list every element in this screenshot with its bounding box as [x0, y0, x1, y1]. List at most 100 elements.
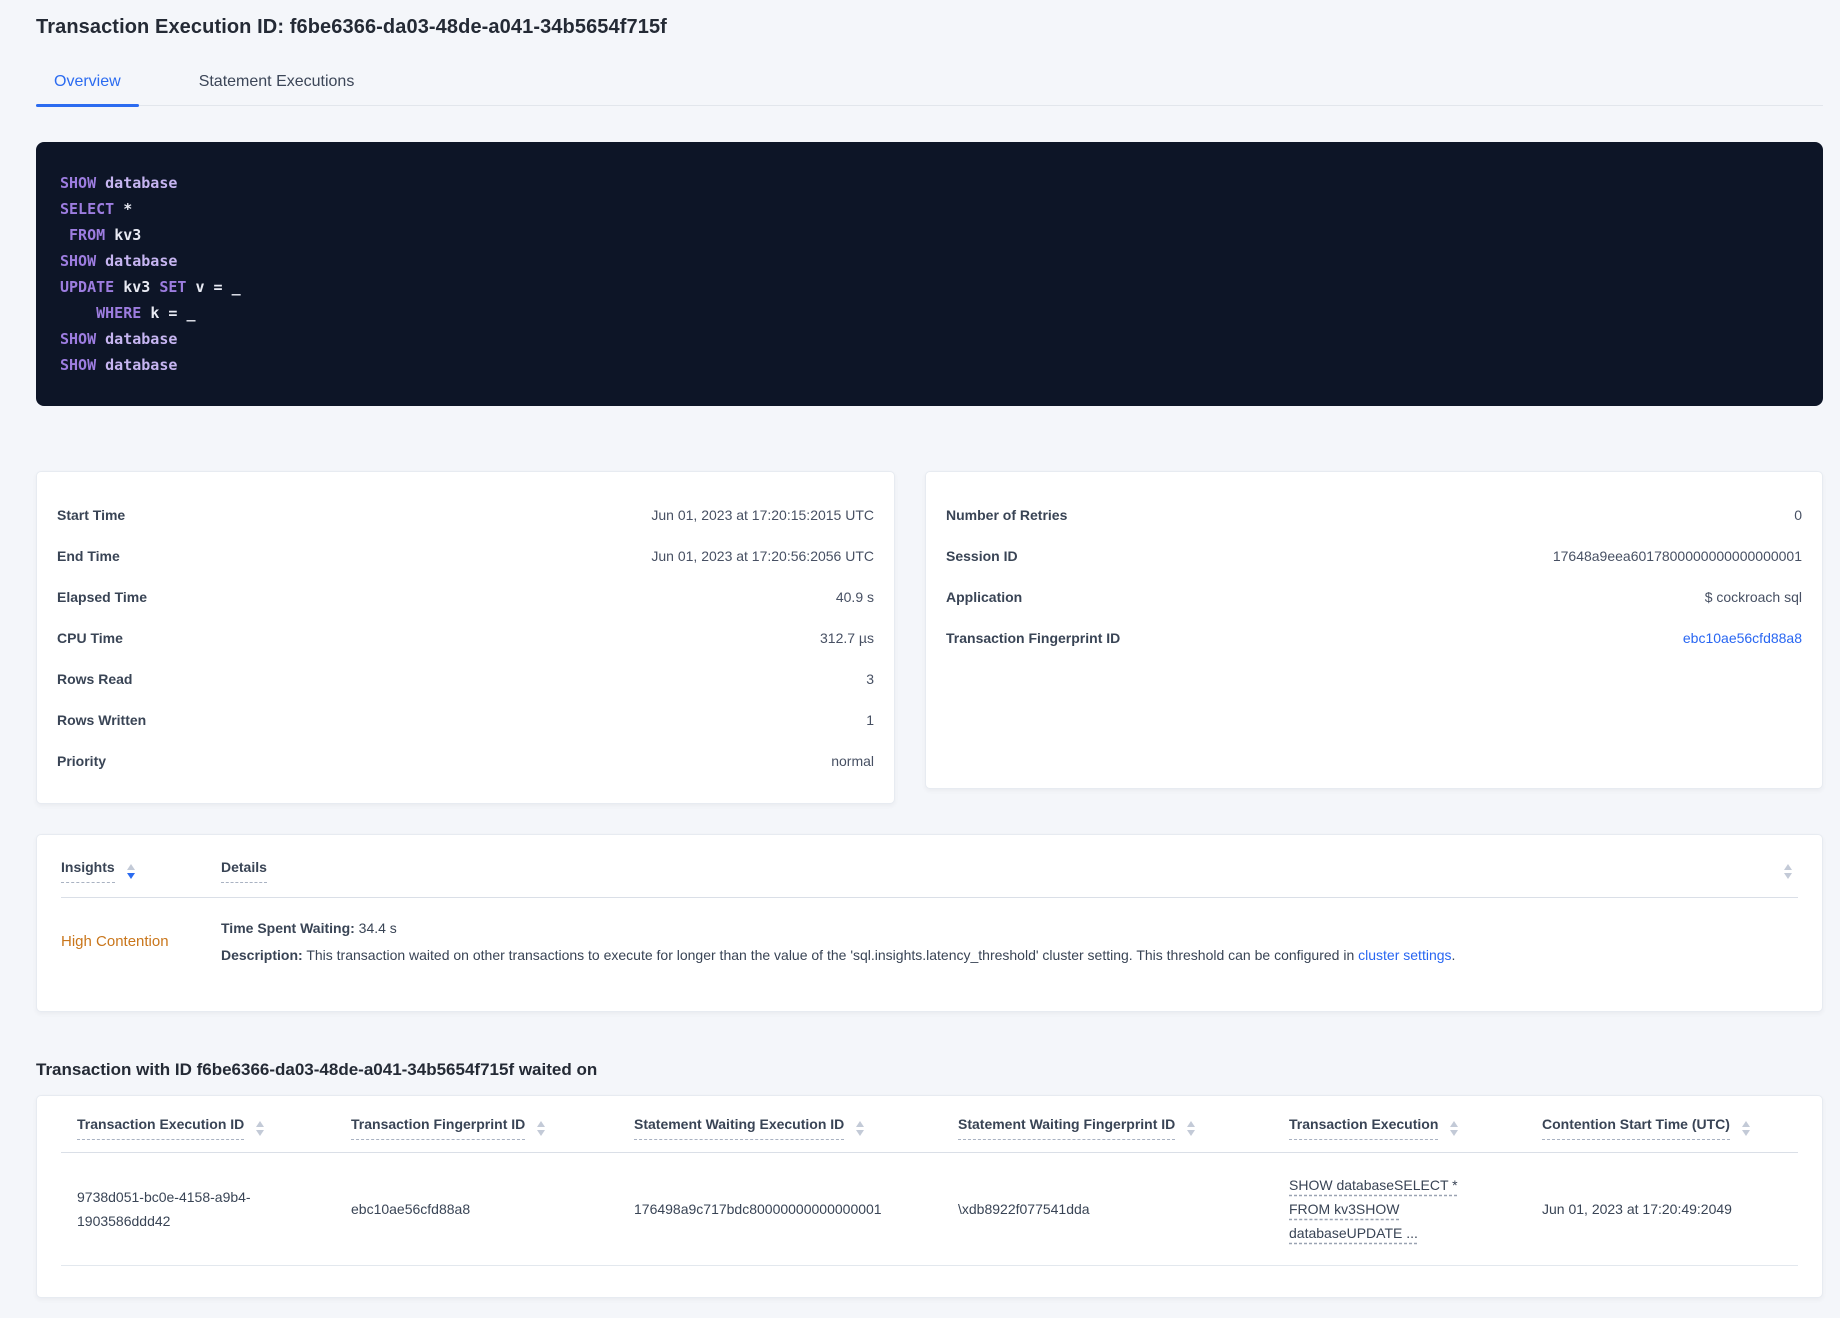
transaction-details-page: Transaction Execution ID: f6be6366-da03-…	[0, 0, 1840, 1318]
column-header-label: Statement Waiting Fingerprint ID	[958, 1116, 1176, 1140]
sort-down-arrow	[1450, 1130, 1459, 1136]
sort-icon	[537, 1121, 546, 1136]
cell-statement-waiting-execution-id: 176498a9c717bdc80000000000000001	[618, 1152, 942, 1266]
waited-on-header-row: Transaction Execution ID Transaction Fing…	[61, 1096, 1798, 1153]
summary-row: Rows Written 1	[57, 699, 874, 740]
description-suffix: .	[1451, 947, 1456, 963]
code-line: SELECT *	[60, 196, 1799, 222]
summary-label: Rows Written	[57, 711, 147, 728]
summary-value: Jun 01, 2023 at 17:20:56:2056 UTC	[651, 547, 874, 564]
details-column-header[interactable]: Details	[221, 859, 1772, 897]
summary-label: CPU Time	[57, 629, 123, 646]
insights-table-card: Insights Details High Contention Time Sp…	[36, 834, 1823, 1012]
sort-icon	[1187, 1121, 1196, 1136]
description-body: This transaction waited on other transac…	[302, 947, 1359, 963]
sql-token: =	[168, 304, 187, 322]
tab-label: Overview	[54, 73, 121, 90]
tab-bar: Overview Statement Executions	[36, 63, 1823, 107]
column-header-statement-waiting-execution-id[interactable]: Statement Waiting Execution ID	[618, 1096, 942, 1153]
sql-token: _	[186, 304, 196, 322]
cell-value: \xdb8922f077541dda	[958, 1201, 1090, 1217]
summary-value: Jun 01, 2023 at 17:20:15:2015 UTC	[651, 506, 874, 523]
code-line: SHOW database	[60, 326, 1799, 352]
sql-token: SELECT	[60, 200, 124, 218]
cell-statement-waiting-fingerprint-id: \xdb8922f077541dda	[942, 1152, 1273, 1266]
summary-label: Number of Retries	[946, 506, 1068, 523]
tab-label: Statement Executions	[198, 73, 355, 90]
sort-icon	[256, 1121, 265, 1136]
sql-token: database	[105, 356, 178, 374]
sql-token: WHERE	[96, 304, 151, 322]
summary-row: Rows Read 3	[57, 658, 874, 699]
sort-down-arrow	[126, 873, 135, 879]
summary-row: End Time Jun 01, 2023 at 17:20:56:2056 UT…	[57, 535, 874, 576]
summary-row: Number of Retries 0	[946, 494, 1802, 535]
summary-row: Session ID 17648a9eea60178000000000000000…	[946, 535, 1802, 576]
column-header-statement-waiting-fingerprint-id[interactable]: Statement Waiting Fingerprint ID	[942, 1096, 1273, 1153]
insight-details-cell: Time Spent Waiting: 34.4 s Description: …	[221, 915, 1772, 968]
code-line: FROM kv3	[60, 222, 1799, 248]
column-header-label: Transaction Execution ID	[77, 1116, 245, 1140]
code-line: SHOW database	[60, 248, 1799, 274]
waited-on-table: Transaction Execution ID Transaction Fing…	[61, 1096, 1798, 1266]
execution-summary-card: Start Time Jun 01, 2023 at 17:20:15:2015 …	[36, 471, 895, 804]
sort-down-arrow	[1741, 1130, 1750, 1136]
summary-label: Application	[946, 588, 1023, 605]
tab-overview[interactable]: Overview	[36, 63, 139, 107]
sort-down-arrow	[856, 1130, 865, 1136]
summary-label: Elapsed Time	[57, 588, 148, 605]
summary-row: CPU Time 312.7 µs	[57, 617, 874, 658]
high-contention-badge: High Contention	[61, 933, 169, 950]
sort-up-arrow	[1741, 1121, 1750, 1127]
sql-statements-box: SHOW database SELECT * FROM kv3 SHOW datab…	[36, 142, 1823, 406]
summary-label: End Time	[57, 547, 120, 564]
sql-token: SHOW	[60, 174, 106, 192]
column-header-transaction-fingerprint-id[interactable]: Transaction Fingerprint ID	[335, 1096, 618, 1153]
summary-value: 40.9 s	[835, 588, 874, 605]
column-header-contention-start-time-utc-[interactable]: Contention Start Time (UTC)	[1526, 1096, 1798, 1153]
cell-contention-start-time: Jun 01, 2023 at 17:20:49:2049	[1526, 1152, 1798, 1266]
summary-row: Priority normal	[57, 740, 874, 781]
summary-value: $ cockroach sql	[1704, 588, 1802, 605]
sort-icon	[856, 1121, 865, 1136]
tab-statement-executions[interactable]: Statement Executions	[181, 63, 373, 105]
code-line: UPDATE kv3 SET v = _	[60, 274, 1799, 300]
summary-row: Elapsed Time 40.9 s	[57, 576, 874, 617]
extra-column-header[interactable]	[1772, 859, 1798, 897]
page-title: Transaction Execution ID: f6be6366-da03-…	[36, 16, 667, 38]
details-column-label: Details	[221, 859, 267, 883]
sort-down-arrow	[537, 1130, 546, 1136]
sort-down-arrow	[1187, 1130, 1196, 1136]
table-row: 9738d051-bc0e-4158-a9b4-1903586ddd42 ebc1…	[61, 1152, 1798, 1266]
waited-on-heading: Transaction with ID f6be6366-da03-48de-a…	[36, 1060, 598, 1079]
code-line: WHERE k = _	[60, 300, 1799, 326]
sql-token: SET	[159, 278, 196, 296]
column-header-label: Transaction Fingerprint ID	[351, 1116, 526, 1140]
column-header-transaction-execution[interactable]: Transaction Execution	[1273, 1096, 1526, 1153]
insights-column-header[interactable]: Insights	[61, 859, 221, 897]
sql-token: SHOW	[60, 330, 106, 348]
sql-token: kv3	[123, 278, 160, 296]
transaction-fingerprint-link[interactable]: ebc10ae56cfd88a8	[1683, 630, 1802, 646]
transaction-execution-link[interactable]: SHOW databaseSELECT * FROM kv3SHOW datab…	[1289, 1173, 1464, 1245]
sql-token: SHOW	[60, 356, 106, 374]
cell-transaction-execution: SHOW databaseSELECT * FROM kv3SHOW datab…	[1273, 1152, 1526, 1266]
summary-row: Start Time Jun 01, 2023 at 17:20:15:2015 …	[57, 494, 874, 535]
cell-value: 176498a9c717bdc80000000000000001	[634, 1201, 882, 1217]
code-line: SHOW database	[60, 170, 1799, 196]
cell-value: Jun 01, 2023 at 17:20:49:2049	[1542, 1201, 1732, 1217]
sql-token: UPDATE	[60, 278, 124, 296]
waited-on-table-card: Transaction Execution ID Transaction Fing…	[36, 1095, 1823, 1298]
cluster-settings-link[interactable]: cluster settings	[1358, 947, 1451, 963]
time-spent-waiting-value: 34.4 s	[354, 920, 397, 936]
sort-down-arrow	[1784, 873, 1792, 879]
sql-token: kv3	[114, 226, 142, 244]
sort-down-arrow	[256, 1130, 265, 1136]
summary-value: normal	[831, 752, 874, 769]
summary-value: 1	[866, 711, 874, 728]
time-spent-waiting-label: Time Spent Waiting:	[221, 920, 355, 936]
summary-value: 0	[1794, 506, 1802, 523]
sql-token: =	[213, 278, 232, 296]
column-header-transaction-execution-id[interactable]: Transaction Execution ID	[61, 1096, 335, 1153]
